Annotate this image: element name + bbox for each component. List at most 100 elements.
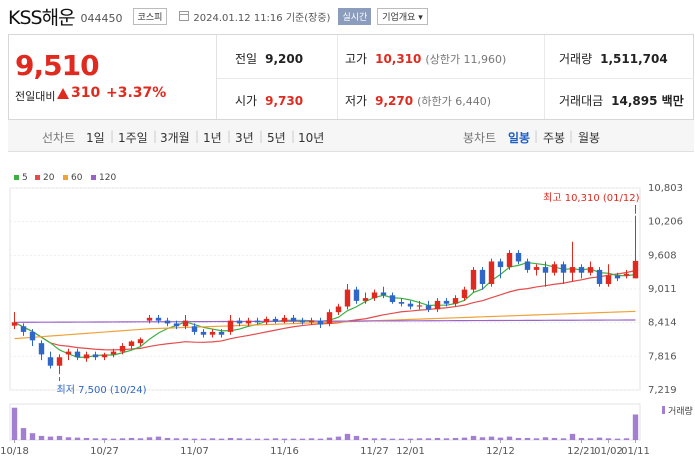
candle-body [245, 320, 252, 324]
candle-body [578, 267, 585, 273]
candle-body [605, 275, 612, 284]
volume-bar [353, 435, 360, 440]
tab-separator: | [153, 129, 158, 143]
volume-bar [632, 414, 639, 440]
volume-bar [200, 438, 207, 440]
candle-body [263, 318, 270, 323]
candle-body [191, 326, 198, 332]
y-tick-label: 10,206 [648, 217, 683, 228]
candle-body [416, 305, 423, 307]
candle-body [155, 317, 162, 321]
volume-bar [38, 435, 45, 440]
candle-body [236, 320, 243, 324]
tab-1-week[interactable]: 1주일 [118, 129, 148, 146]
candle-body [182, 320, 189, 327]
volume-bar [470, 435, 477, 440]
tab-monthly[interactable]: 월봉 [578, 129, 600, 146]
volume-bar [335, 436, 342, 440]
volume-bar [497, 437, 504, 440]
candle-body [632, 260, 639, 279]
compare-label: 전일대비 [15, 90, 56, 103]
tab-separator: | [259, 129, 264, 143]
stock-code: 044450 [80, 11, 123, 25]
realtime-button[interactable]: 실시간 [338, 7, 372, 25]
top-bar: KSS해운 044450 코스피 2024.01.12 11:16 기준(장중)… [0, 0, 695, 32]
timestamp: 2024.01.12 11:16 기준(장중) [193, 12, 331, 24]
ma5-line [14, 261, 636, 358]
tab-weekly[interactable]: 주봉 [543, 129, 565, 146]
tab-separator: | [534, 129, 539, 143]
volume-bar [542, 437, 549, 440]
volume-bar [182, 438, 189, 440]
volume-bar [398, 438, 405, 440]
volume-bar [326, 437, 333, 440]
candle-body [461, 289, 468, 299]
candle-body [227, 320, 234, 332]
tab-3-year[interactable]: 3년 [235, 129, 254, 146]
chevron-down-icon: ▾ [418, 12, 423, 23]
x-tick-label: 10/18 [0, 446, 29, 457]
y-tick-label: 9,608 [648, 250, 677, 261]
candle-body [524, 261, 531, 270]
volume-bar [551, 437, 558, 440]
volume-bar [173, 438, 180, 440]
high-label: 고가 [345, 52, 368, 66]
volume-bar [83, 437, 90, 440]
tab-1-day[interactable]: 1일 [86, 129, 105, 146]
candle-body [443, 300, 450, 304]
volume-value: 1,511,704 [600, 52, 668, 66]
min-price-label: 최저 7,500 (10/24) [57, 384, 147, 396]
up-arrow-icon [57, 88, 69, 99]
volume-bar [578, 437, 585, 440]
legend-swatch [63, 175, 68, 180]
candle-body [623, 273, 630, 276]
volume-bar [596, 437, 603, 440]
tab-separator: | [569, 129, 574, 143]
candle-body [38, 343, 45, 355]
tab-daily[interactable]: 일봉 [508, 129, 530, 146]
volume-bar [119, 438, 126, 440]
amount-value: 14,895 백만 [611, 94, 684, 108]
tab-separator: | [110, 129, 115, 143]
tab-1-year[interactable]: 1년 [203, 129, 222, 146]
tab-10-year[interactable]: 10년 [298, 129, 324, 146]
candle-body [497, 261, 504, 268]
prev-close: 전일 9,200 [235, 50, 303, 67]
x-tick-label: 12/01 [396, 446, 425, 457]
candle-body [272, 318, 279, 322]
legend-label: 60 [71, 173, 83, 183]
volume-bar [560, 438, 567, 440]
volume-bar [254, 438, 261, 440]
x-tick-label: 01/02 [594, 446, 623, 457]
x-tick-label: 12/12 [486, 446, 515, 457]
candle-body [317, 320, 324, 325]
ma60-line [14, 310, 636, 340]
volume-label: 거래량 [668, 405, 693, 417]
candle-body [425, 305, 432, 310]
candle-body [479, 269, 486, 284]
prev-close-value: 9,200 [265, 52, 304, 66]
candle-body [614, 275, 621, 279]
candle-body [128, 341, 135, 346]
candle-body [20, 326, 27, 332]
candle-body [488, 261, 495, 284]
divider [217, 78, 694, 79]
x-tick-label: 12/21 [567, 446, 596, 457]
tab-5-year[interactable]: 5년 [267, 129, 286, 146]
volume-bar [191, 438, 198, 440]
volume-bar [389, 438, 396, 440]
company-info-dropdown[interactable]: 기업개요 ▾ [377, 7, 428, 25]
candle-body [371, 292, 378, 299]
candle-body [326, 312, 333, 324]
volume-bar [434, 437, 441, 440]
candle-body [515, 252, 522, 262]
tab-3-month[interactable]: 3개월 [160, 129, 190, 146]
candle-body [353, 289, 360, 301]
volume-bar [137, 438, 144, 440]
volume-bar [164, 437, 171, 440]
volume-bar [11, 407, 18, 440]
volume-bar [263, 438, 270, 440]
volume-bar [452, 437, 459, 440]
prev-close-label: 전일 [235, 52, 258, 66]
current-price: 9,510 [15, 49, 100, 82]
